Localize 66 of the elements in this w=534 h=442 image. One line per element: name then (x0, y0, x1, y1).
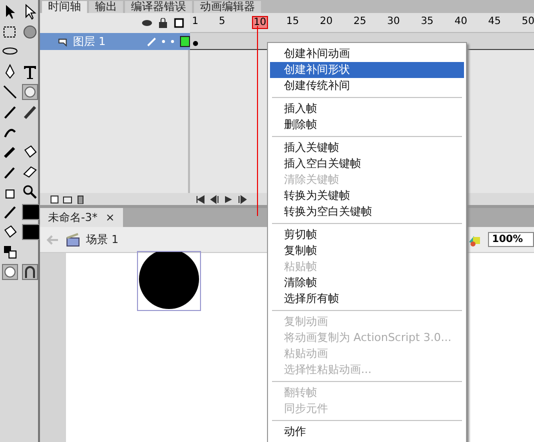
fill-color-swatch[interactable] (22, 224, 40, 240)
layer-color-square[interactable] (180, 36, 190, 47)
ellipse-shape[interactable] (137, 251, 201, 311)
frame-number: 20 (318, 16, 334, 27)
panel-tab[interactable]: 动画编辑器 (194, 1, 261, 13)
menu-item[interactable]: 插入帧 (270, 101, 464, 117)
pencil-icon[interactable] (2, 104, 18, 120)
object-drawing-icon[interactable] (2, 264, 18, 280)
pencil-icon (147, 36, 156, 46)
scene-name: 场景 1 (86, 232, 118, 247)
eraser-icon[interactable] (22, 164, 38, 180)
document-tab[interactable]: 未命名-3* × (40, 208, 123, 227)
frame-number: 45 (487, 16, 502, 27)
text-tool-icon[interactable] (22, 64, 38, 80)
line-icon[interactable] (2, 84, 18, 100)
frame-number: 25 (352, 16, 368, 27)
step-back-icon[interactable] (210, 194, 219, 204)
frame-number: 50 (520, 16, 534, 27)
menu-item[interactable]: 转换为空白关键帧 (270, 204, 464, 220)
transform-icon[interactable] (2, 24, 18, 40)
menu-item[interactable]: 创建补间形状 (270, 62, 464, 78)
step-forward-icon[interactable] (238, 194, 247, 204)
panel-tab[interactable]: 输出 (89, 1, 123, 13)
layer-icon (58, 36, 68, 46)
zoom-field[interactable]: 100% (488, 232, 534, 247)
document-tab-title[interactable]: 未命名-3* (48, 210, 98, 225)
oval-tool-icon[interactable] (22, 84, 38, 100)
clapperboard-icon (66, 232, 80, 246)
keyframe-dot[interactable] (193, 41, 198, 46)
search-icon[interactable] (22, 184, 38, 200)
default-colors-icon[interactable] (2, 244, 18, 260)
menu-item[interactable]: 清除帧 (270, 275, 464, 291)
playhead-line[interactable] (256, 26, 258, 216)
visibility-dot[interactable] (162, 40, 165, 43)
menu-item[interactable]: 插入关键帧 (270, 140, 464, 156)
close-icon[interactable]: × (105, 211, 115, 224)
brush-icon[interactable] (22, 104, 38, 120)
frame-number: 1 (191, 16, 200, 27)
sphere-icon[interactable] (22, 24, 38, 40)
frame-number: 30 (386, 16, 401, 27)
eye-icon[interactable] (142, 18, 152, 28)
panel-tab[interactable]: 编译器错误 (125, 1, 192, 13)
menu-item[interactable]: 创建补间动画 (270, 46, 464, 62)
menu-item[interactable]: 转换为关键帧 (270, 188, 464, 204)
outline-square-icon[interactable] (174, 18, 184, 28)
menu-item[interactable]: 剪切帧 (270, 227, 464, 243)
frame-number: 5 (218, 16, 226, 27)
menu-item[interactable]: 创建传统补间 (270, 78, 464, 94)
lock-dot[interactable] (170, 40, 174, 43)
frame-number: 15 (285, 16, 300, 27)
frame-number: 40 (453, 16, 468, 27)
menu-item[interactable]: 选择所有帧 (270, 291, 464, 307)
first-frame-icon[interactable] (196, 194, 205, 204)
menu-item[interactable]: 复制帧 (270, 243, 464, 259)
new-layer-icon[interactable] (50, 194, 59, 204)
menu-item[interactable]: 插入空白关键帧 (270, 156, 464, 172)
magnet-icon[interactable] (22, 264, 38, 280)
menu-item[interactable]: 动作 (270, 424, 464, 440)
lock-icon[interactable] (158, 18, 168, 28)
stroke-color-swatch[interactable] (22, 204, 40, 220)
panel-tab[interactable]: 时间轴 (42, 1, 87, 13)
frame-number: 35 (420, 16, 435, 27)
layer-name: 图层 1 (73, 34, 107, 49)
frame-ruler[interactable]: 1 5 10 15 20 25 30 35 40 45 50 (190, 13, 534, 33)
menu-item[interactable]: 删除帧 (270, 117, 464, 133)
frame-number: 10 (252, 16, 268, 29)
